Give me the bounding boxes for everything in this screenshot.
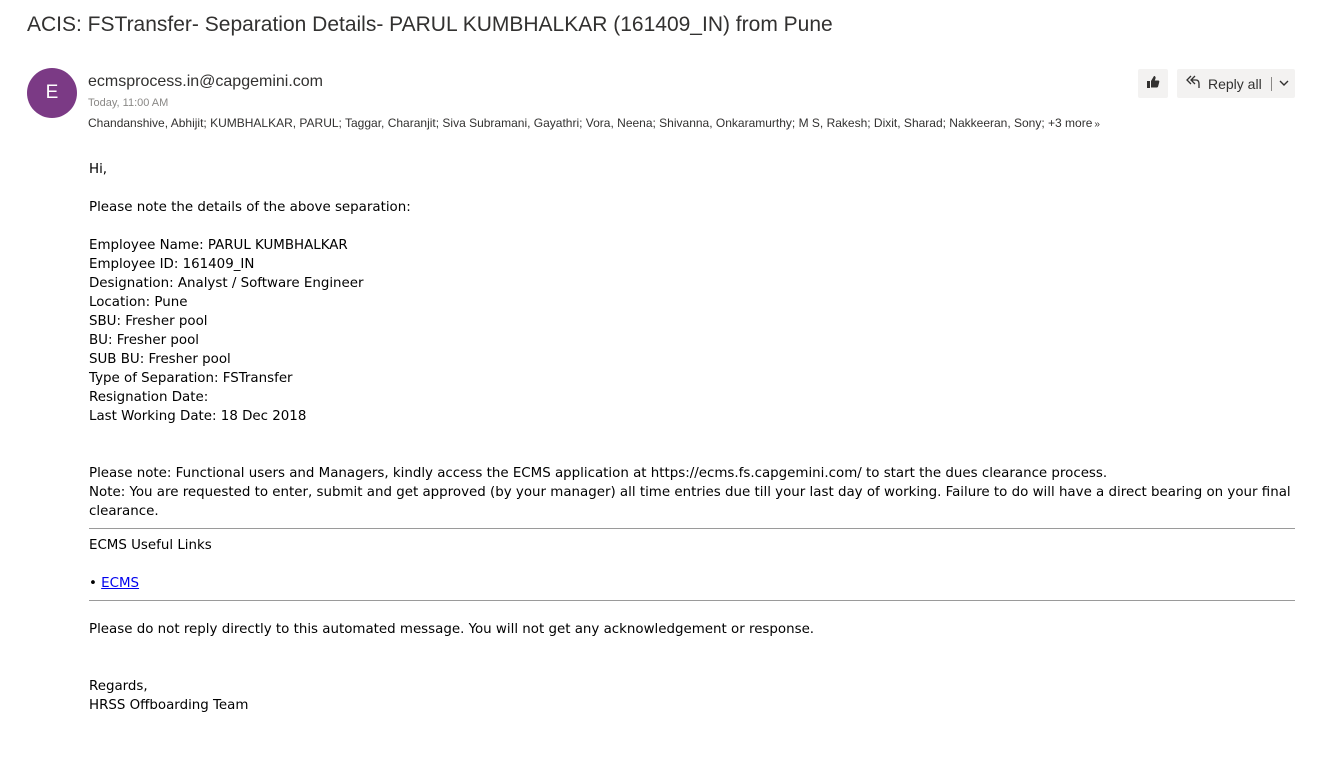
location: Location: Pune [89,295,188,310]
last-working-date: Last Working Date: 18 Dec 2018 [89,409,307,424]
bullet: • [89,576,97,591]
no-reply-note: Please do not reply directly to this aut… [89,622,815,637]
ecms-link[interactable]: ECMS [101,576,139,591]
avatar[interactable]: E [27,68,77,118]
employee-name: Employee Name: PARUL KUMBHALKAR [89,238,348,253]
double-chevron-down-icon: » [1094,119,1100,130]
email-subject: ACIS: FSTransfer- Separation Details- PA… [27,13,833,36]
email-body: Hi, Please note the details of the above… [89,160,1295,715]
reply-all-button[interactable]: Reply all [1177,69,1295,98]
greeting: Hi, [89,162,108,177]
divider [89,600,1295,601]
links-heading: ECMS Useful Links [89,538,212,553]
reply-all-icon [1185,74,1201,93]
bu: BU: Fresher pool [89,333,200,348]
designation: Designation: Analyst / Software Engineer [89,276,364,291]
list-item: • ECMS [89,574,1295,593]
like-button[interactable] [1138,69,1168,98]
reply-all-label: Reply all [1208,75,1262,92]
button-divider [1270,76,1272,91]
time-entries-note: Note: You are requested to enter, submit… [89,485,1291,519]
more-recipients-label: +3 more [1048,116,1093,130]
intro-text: Please note the details of the above sep… [89,200,411,215]
signature-team: HRSS Offboarding Team [89,698,249,713]
more-recipients-button[interactable]: +3 more» [1048,116,1100,130]
sbu: SBU: Fresher pool [89,314,208,329]
dues-clearance-note: Please note: Functional users and Manage… [89,466,1108,481]
regards: Regards, [89,679,148,694]
chevron-down-icon[interactable] [1278,76,1290,92]
recipients-list: Chandanshive, Abhijit; KUMBHALKAR, PARUL… [88,116,1100,130]
separation-type: Type of Separation: FSTransfer [89,371,293,386]
received-time: Today, 11:00 AM [88,97,169,109]
resignation-date: Resignation Date: [89,390,209,405]
employee-id: Employee ID: 161409_IN [89,257,255,272]
divider [89,528,1295,529]
sender-address[interactable]: ecmsprocess.in@capgemini.com [88,73,323,91]
recipients-text: Chandanshive, Abhijit; KUMBHALKAR, PARUL… [88,116,1045,130]
sub-bu: SUB BU: Fresher pool [89,352,231,367]
thumbs-up-icon [1146,75,1160,92]
